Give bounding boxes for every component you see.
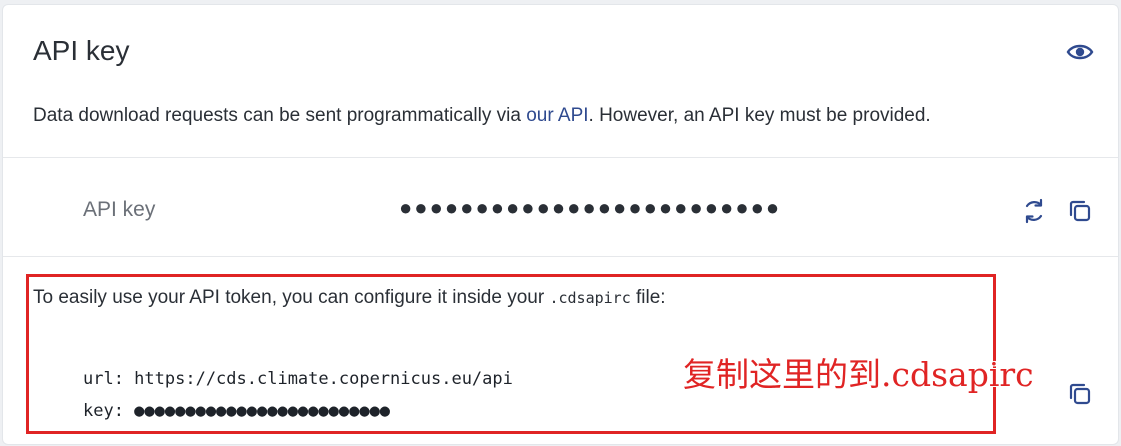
config-intro-prefix: To easily use your API token, you can co…: [33, 287, 550, 308]
config-filename: .cdsapirc: [549, 289, 631, 307]
annotation-text: 复制这里的到.cdsapirc: [683, 355, 1034, 394]
card-header: API key Data download requests can be se…: [3, 5, 1118, 157]
config-intro-suffix: file:: [630, 287, 666, 308]
copy-icon[interactable]: [1067, 381, 1093, 407]
description-suffix: . However, an API key must be provided.: [588, 105, 931, 126]
api-key-masked-value: ●●●●●●●●●●●●●●●●●●●●●●●●●: [399, 195, 782, 220]
config-key-line[interactable]: key: ●●●●●●●●●●●●●●●●●●●●●●●●●: [83, 401, 390, 421]
copy-icon[interactable]: [1067, 198, 1093, 224]
config-instructions: To easily use your API token, you can co…: [33, 287, 666, 309]
description-prefix: Data download requests can be sent progr…: [33, 105, 527, 126]
eye-icon[interactable]: [1065, 41, 1095, 63]
config-url-line[interactable]: url: https://cds.climate.copernicus.eu/a…: [83, 369, 513, 389]
api-key-label: API key: [83, 198, 156, 221]
refresh-icon[interactable]: [1021, 198, 1047, 224]
api-key-row: API key ●●●●●●●●●●●●●●●●●●●●●●●●●: [3, 158, 1118, 256]
our-api-link[interactable]: our API: [526, 105, 588, 126]
page-title: API key: [33, 35, 130, 66]
description: Data download requests can be sent progr…: [33, 105, 931, 127]
